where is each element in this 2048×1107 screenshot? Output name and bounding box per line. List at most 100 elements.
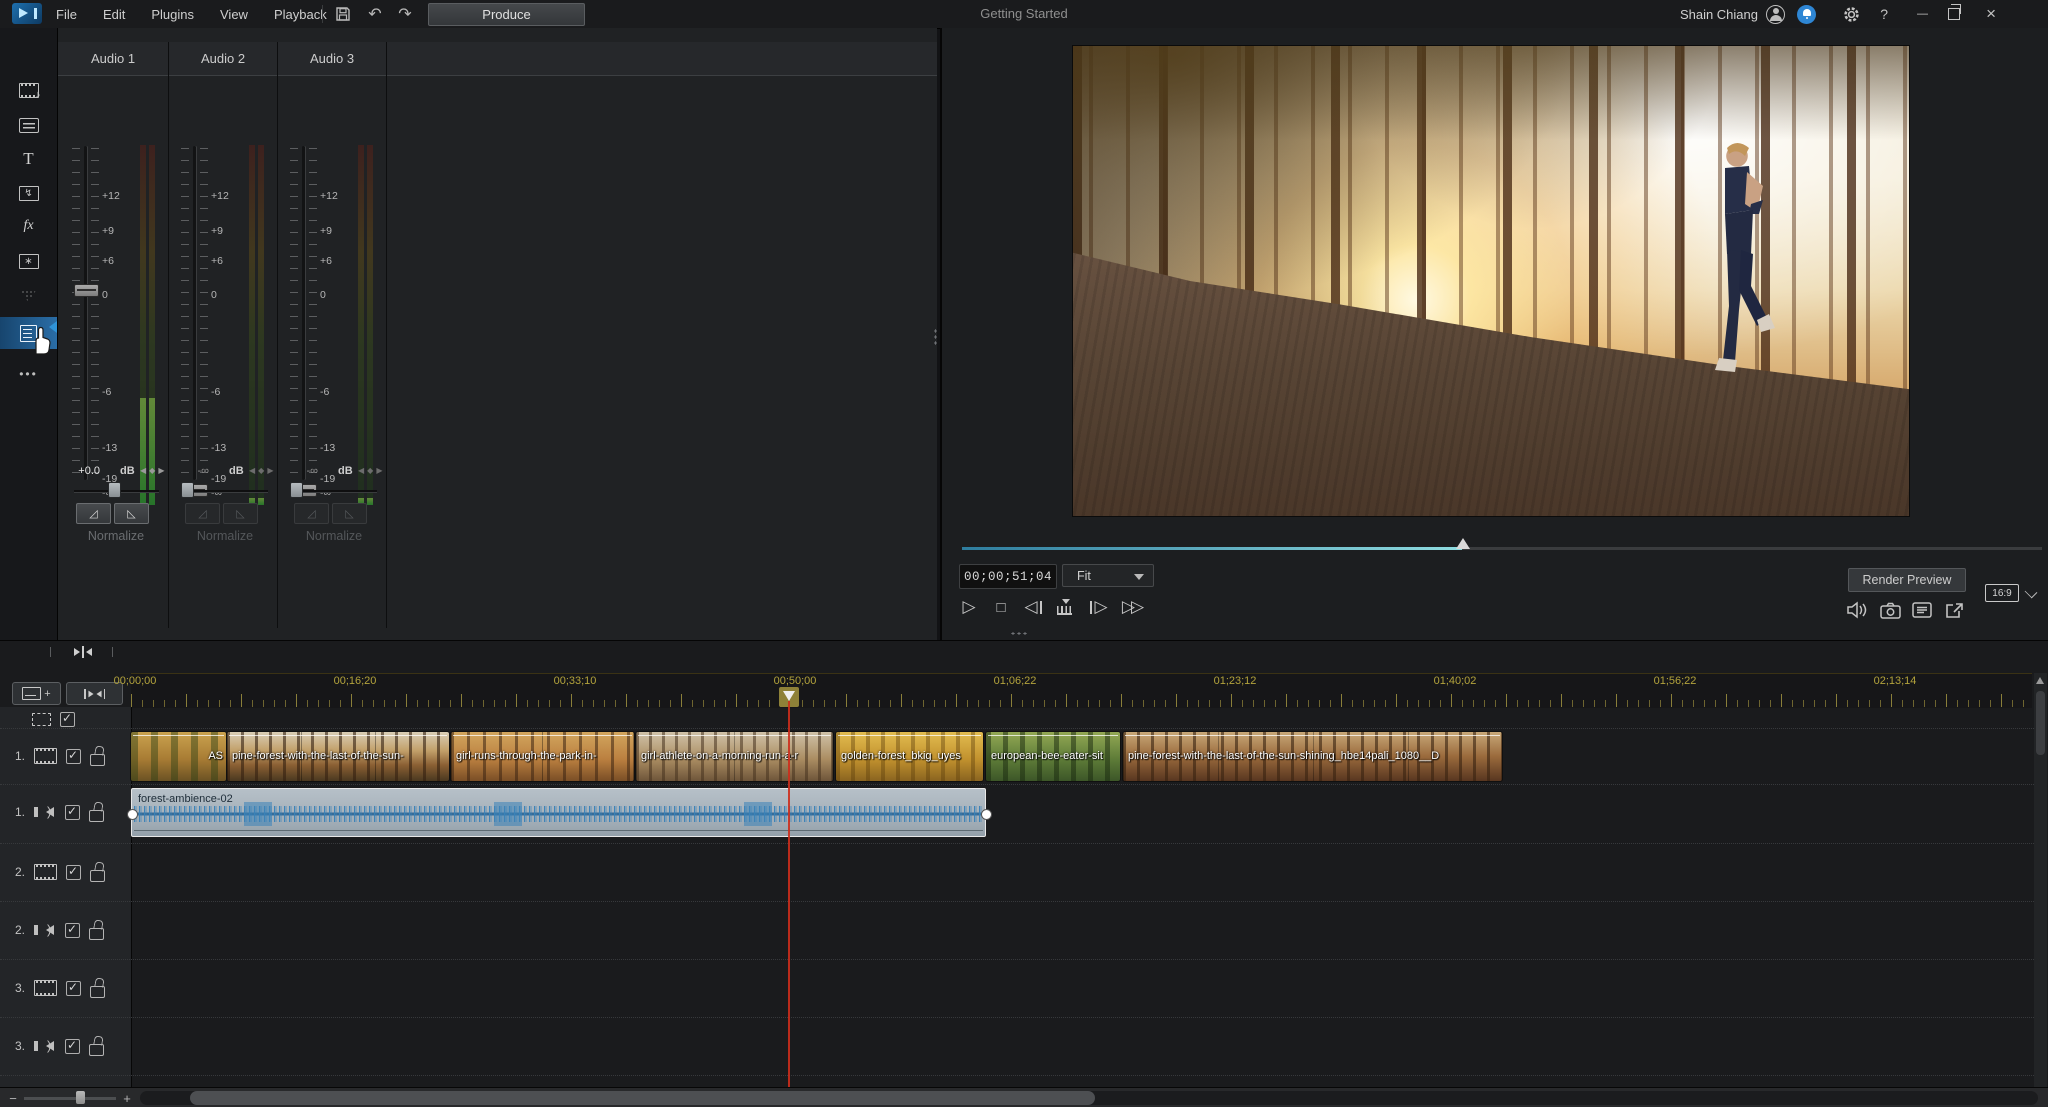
track-lock-icon[interactable]: [89, 928, 104, 940]
redo-icon[interactable]: [394, 3, 416, 25]
close-button[interactable]: [1986, 0, 1996, 28]
gain-value[interactable]: -∞: [175, 465, 209, 477]
user-avatar-icon[interactable]: [1766, 5, 1785, 24]
gain-value[interactable]: +0.0: [66, 465, 100, 477]
video-clip[interactable]: pine-forest-with-the-last-of-the-sun-: [227, 732, 449, 781]
aspect-ratio-selector[interactable]: 16:9: [1985, 584, 2019, 602]
panel-resize-handle[interactable]: [934, 328, 937, 346]
play-button[interactable]: [956, 594, 982, 620]
sidebar-item-media-room[interactable]: [0, 74, 57, 106]
fade-out-button[interactable]: [114, 503, 149, 524]
chevron-down-icon[interactable]: [2025, 586, 2038, 599]
help-icon[interactable]: [1880, 0, 1888, 28]
track-enable-checkbox[interactable]: [66, 749, 81, 764]
sidebar-item-particle-room[interactable]: [0, 280, 57, 312]
menu-edit[interactable]: Edit: [103, 7, 125, 22]
app-logo-icon[interactable]: [12, 3, 42, 24]
panel-resize-handle[interactable]: [1010, 632, 1028, 635]
menu-plugins[interactable]: Plugins: [151, 7, 194, 22]
seekbar-handle[interactable]: [1456, 538, 1470, 549]
notification-bell-icon[interactable]: [1797, 5, 1816, 24]
track-enable-checkbox[interactable]: [65, 923, 80, 938]
zoom-slider-handle[interactable]: [76, 1091, 85, 1104]
track-lock-icon[interactable]: [90, 754, 105, 766]
scroll-up-icon[interactable]: [2036, 677, 2044, 684]
playhead-line[interactable]: [788, 701, 790, 1088]
scrollbar-thumb[interactable]: [2036, 691, 2045, 755]
zoom-mode-dropdown[interactable]: Fit: [1062, 564, 1154, 587]
track-lock-icon[interactable]: [90, 986, 105, 998]
gain-nudge-icons[interactable]: [249, 466, 273, 475]
zoom-out-button[interactable]: [6, 1088, 20, 1107]
zoom-in-button[interactable]: [120, 1088, 134, 1107]
track-enable-checkbox[interactable]: [65, 805, 80, 820]
timeline-zoom-slider[interactable]: [24, 1097, 116, 1100]
track-lock-icon[interactable]: [90, 870, 105, 882]
normalize-button[interactable]: Normalize: [72, 526, 160, 545]
timeline-splitter-handle[interactable]: [70, 644, 96, 660]
pan-slider[interactable]: [183, 490, 268, 492]
save-icon[interactable]: [332, 3, 354, 25]
stop-button[interactable]: [988, 594, 1014, 620]
sidebar-item-title-room[interactable]: T: [0, 143, 57, 175]
menu-file[interactable]: File: [56, 7, 77, 22]
clip-selection-handle[interactable]: [981, 809, 992, 820]
video-clip[interactable]: girl-runs-through-the-park-in-: [451, 732, 634, 781]
fade-in-button[interactable]: [185, 503, 220, 524]
sidebar-item-effect-room[interactable]: fx: [0, 210, 57, 242]
timeline-horizontal-scrollbar[interactable]: [140, 1091, 2038, 1105]
enable-all-checkbox[interactable]: [60, 712, 75, 727]
fader-track[interactable]: [302, 146, 305, 480]
normalize-button[interactable]: Normalize: [290, 526, 378, 545]
sidebar-item-pip-objects-room[interactable]: ∗: [0, 245, 57, 277]
render-preview-button[interactable]: Render Preview: [1848, 568, 1966, 592]
fader-track[interactable]: [193, 146, 196, 480]
menu-view[interactable]: View: [220, 7, 248, 22]
fade-out-button[interactable]: [223, 503, 258, 524]
fader-track[interactable]: [84, 146, 87, 480]
sidebar-item-more[interactable]: •••: [0, 358, 57, 390]
restore-window-button[interactable]: [1948, 8, 1960, 20]
settings-gear-icon[interactable]: [1843, 0, 1860, 28]
preview-seekbar[interactable]: [962, 547, 2042, 550]
video-clip[interactable]: pine-forest-with-the-last-of-the-sun-shi…: [1123, 732, 1502, 781]
pan-handle[interactable]: [181, 482, 194, 498]
next-frame-button[interactable]: [1086, 594, 1112, 620]
track-enable-checkbox[interactable]: [65, 1039, 80, 1054]
undo-icon[interactable]: [364, 3, 386, 25]
video-clip[interactable]: european-bee-eater-sit: [986, 732, 1120, 781]
pan-slider[interactable]: [292, 490, 377, 492]
gain-nudge-icons[interactable]: [140, 466, 164, 475]
fade-in-button[interactable]: [76, 503, 111, 524]
timeline-vertical-scrollbar[interactable]: [2034, 673, 2047, 1088]
video-clip[interactable]: girl-athlete-on-a-morning-run-a-r: [636, 732, 833, 781]
track-lock-icon[interactable]: [89, 1044, 104, 1056]
volume-keyframe-line[interactable]: [134, 830, 983, 832]
pan-handle[interactable]: [290, 482, 303, 498]
details-list-button[interactable]: [1909, 598, 1935, 622]
fade-in-button[interactable]: [294, 503, 329, 524]
produce-button[interactable]: Produce: [428, 3, 585, 26]
scrollbar-thumb[interactable]: [190, 1091, 1095, 1105]
gain-nudge-icons[interactable]: [358, 466, 382, 475]
audio-clip[interactable]: forest-ambience-02: [131, 788, 986, 837]
gain-value[interactable]: -∞: [284, 465, 318, 477]
video-frame[interactable]: [1073, 46, 1909, 516]
add-track-button[interactable]: +: [12, 682, 61, 705]
undock-window-button[interactable]: [1941, 598, 1967, 622]
marker-seek-button[interactable]: [1052, 594, 1078, 620]
video-clip[interactable]: golden-forest_bkig_uyes: [836, 732, 983, 781]
timecode-display[interactable]: 00;00;51;04: [959, 564, 1057, 589]
previous-frame-button[interactable]: [1020, 594, 1046, 620]
track-lock-icon[interactable]: [89, 810, 104, 822]
volume-button[interactable]: [1844, 598, 1870, 622]
minimize-button[interactable]: [1917, 0, 1928, 28]
snapshot-camera-button[interactable]: [1877, 598, 1903, 622]
sidebar-item-project-room[interactable]: [0, 109, 57, 141]
menu-playback[interactable]: Playback: [274, 7, 327, 22]
sidebar-item-transition-room[interactable]: ↯: [0, 177, 57, 209]
track-enable-checkbox[interactable]: [66, 865, 81, 880]
video-clip[interactable]: AS: [131, 732, 226, 781]
track-enable-checkbox[interactable]: [66, 981, 81, 996]
normalize-button[interactable]: Normalize: [181, 526, 269, 545]
